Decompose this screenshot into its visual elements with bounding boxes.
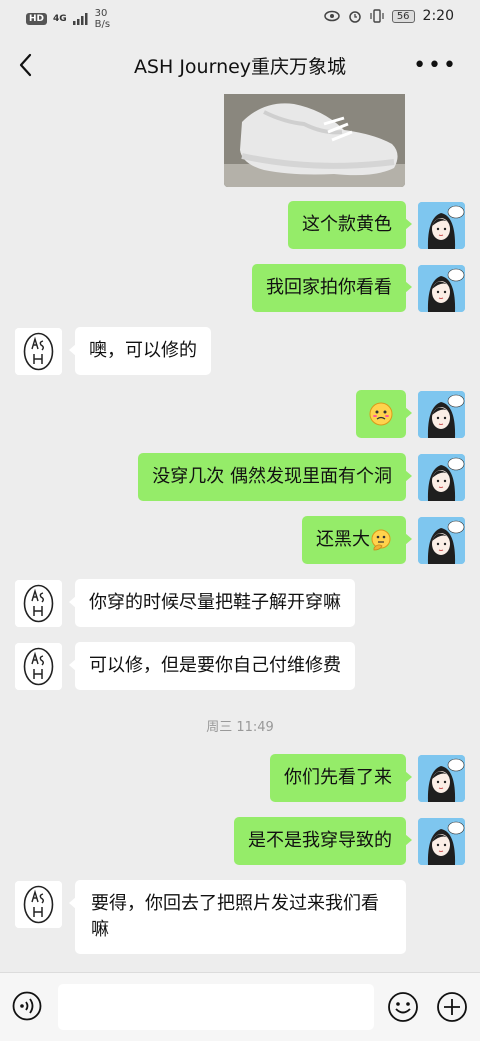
embarrassed-emoji-icon <box>369 402 393 426</box>
other-message-bubble[interactable]: 要得，你回去了把照片发过来我们看嘛 <box>69 880 406 954</box>
ash-avatar[interactable] <box>15 328 62 375</box>
ash-avatar[interactable] <box>15 643 62 690</box>
my-message-bubble[interactable]: 这个款黄色 <box>288 201 412 249</box>
chat-header: ASH Journey重庆万象城 ••• <box>0 36 480 94</box>
signal-icon <box>72 13 88 25</box>
message-list[interactable]: 这个款黄色 我回家拍你看看 噢，可以修的 没穿几次 偶然发现里面有个洞 还黑大 <box>0 94 480 972</box>
network-label: 4G <box>53 14 67 24</box>
sneaker-image-message[interactable] <box>224 94 405 187</box>
my-avatar[interactable] <box>418 391 465 438</box>
my-message-bubble[interactable]: 还黑大 <box>302 516 412 564</box>
voice-icon[interactable] <box>12 991 42 1021</box>
alarm-icon <box>349 11 361 23</box>
my-message-bubble[interactable] <box>356 390 412 438</box>
eye-icon <box>324 10 340 22</box>
message-input[interactable] <box>58 984 374 1030</box>
input-bar <box>0 972 480 1041</box>
vibrate-icon <box>370 9 384 23</box>
my-message-bubble[interactable]: 没穿几次 偶然发现里面有个洞 <box>138 453 412 501</box>
net-speed: 30 B/s <box>94 8 111 30</box>
my-avatar[interactable] <box>418 517 465 564</box>
other-message-bubble[interactable]: 你穿的时候尽量把鞋子解开穿嘛 <box>69 579 355 627</box>
plus-icon[interactable] <box>436 991 468 1023</box>
my-avatar[interactable] <box>418 454 465 501</box>
sneaker-image <box>224 94 405 187</box>
status-bar: HD 4G 30 B/s 56 2:20 <box>0 0 480 36</box>
chat-title: ASH Journey重庆万象城 <box>133 56 347 78</box>
emoji-icon[interactable] <box>387 991 419 1023</box>
my-message-bubble[interactable]: 你们先看了来 <box>270 754 412 802</box>
message-timestamp: 周三 11:49 <box>206 720 274 735</box>
my-avatar[interactable] <box>418 755 465 802</box>
my-avatar[interactable] <box>418 202 465 249</box>
clock: 2:20 <box>422 8 454 24</box>
more-icon[interactable]: ••• <box>413 53 458 78</box>
battery-indicator: 56 <box>391 9 415 23</box>
ash-avatar[interactable] <box>15 580 62 627</box>
other-message-bubble[interactable]: 可以修，但是要你自己付维修费 <box>69 642 355 690</box>
my-message-bubble[interactable]: 我回家拍你看看 <box>252 264 412 312</box>
my-message-bubble[interactable]: 是不是我穿导致的 <box>234 817 412 865</box>
my-avatar[interactable] <box>418 818 465 865</box>
my-avatar[interactable] <box>418 265 465 312</box>
thinking-emoji-icon <box>371 529 391 551</box>
other-message-bubble[interactable]: 噢，可以修的 <box>69 327 211 375</box>
hd-badge: HD <box>26 13 48 25</box>
ash-avatar[interactable] <box>15 881 62 928</box>
message-text: 还黑大 <box>316 529 370 550</box>
